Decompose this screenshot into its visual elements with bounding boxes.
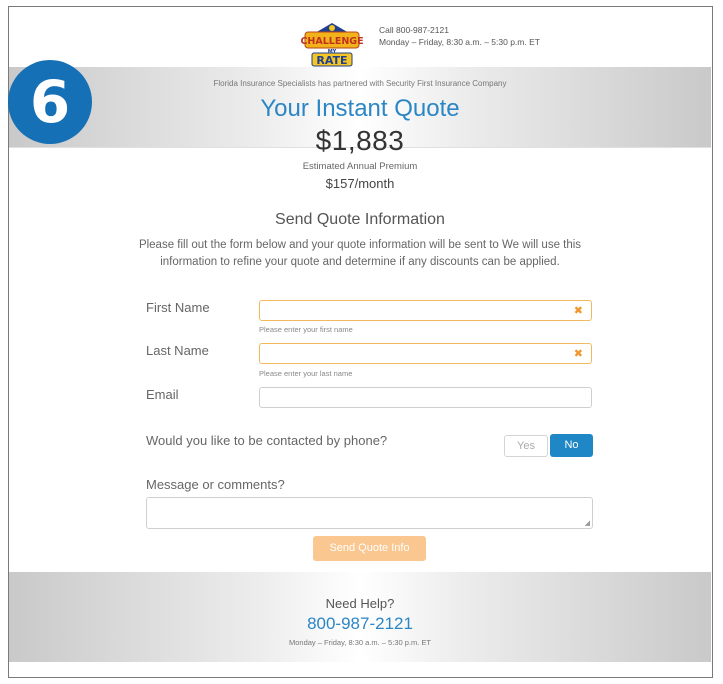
last-name-label: Last Name	[146, 343, 209, 358]
send-quote-info-button[interactable]: Send Quote Info	[313, 536, 426, 561]
step-number-badge: 6	[8, 60, 92, 144]
phone-yes-button[interactable]: Yes	[504, 435, 548, 457]
last-name-hint: Please enter your last name	[259, 369, 353, 378]
first-name-hint: Please enter your first name	[259, 325, 353, 334]
email-label: Email	[146, 387, 179, 402]
partner-text: Florida Insurance Specialists has partne…	[213, 79, 507, 88]
form-description: Please fill out the form below and your …	[138, 239, 582, 268]
header-contact: Call 800-987-2121 Monday – Friday, 8:30 …	[379, 24, 540, 48]
quote-title: Your Instant Quote	[260, 95, 460, 122]
first-name-input[interactable]: ✖	[259, 300, 592, 321]
svg-text:RATE: RATE	[316, 54, 347, 67]
help-phone-link[interactable]: 800-987-2121	[9, 614, 711, 634]
svg-text:CHALLENGE: CHALLENGE	[301, 36, 363, 47]
amount-label: Estimated Annual Premium	[302, 161, 418, 172]
form-title: Send Quote Information	[275, 211, 445, 228]
phone-no-button[interactable]: No	[550, 434, 593, 457]
page-frame: CHALLENGE MY RATE Call 800-987-2121 Mond…	[8, 6, 713, 678]
challenge-my-rate-logo[interactable]: CHALLENGE MY RATE	[300, 19, 364, 67]
help-hours: Monday – Friday, 8:30 a.m. – 5:30 p.m. E…	[288, 638, 431, 647]
email-input[interactable]	[259, 387, 592, 408]
help-title: Need Help?	[325, 596, 395, 611]
error-x-icon: ✖	[573, 305, 583, 317]
last-name-input[interactable]: ✖	[259, 343, 592, 364]
message-label: Message or comments?	[146, 477, 285, 492]
header-hours-line: Monday – Friday, 8:30 a.m. – 5:30 p.m. E…	[379, 37, 540, 47]
monthly-amount: $157/month	[325, 176, 395, 191]
header-phone-line: Call 800-987-2121	[379, 25, 449, 35]
first-name-label: First Name	[146, 300, 210, 315]
quote-amount: $1,883	[315, 125, 405, 156]
error-x-icon: ✖	[573, 348, 583, 360]
message-textarea[interactable]: ◢	[146, 497, 593, 529]
phone-contact-question: Would you like to be contacted by phone?	[146, 433, 388, 448]
resize-handle-icon[interactable]: ◢	[585, 519, 590, 527]
